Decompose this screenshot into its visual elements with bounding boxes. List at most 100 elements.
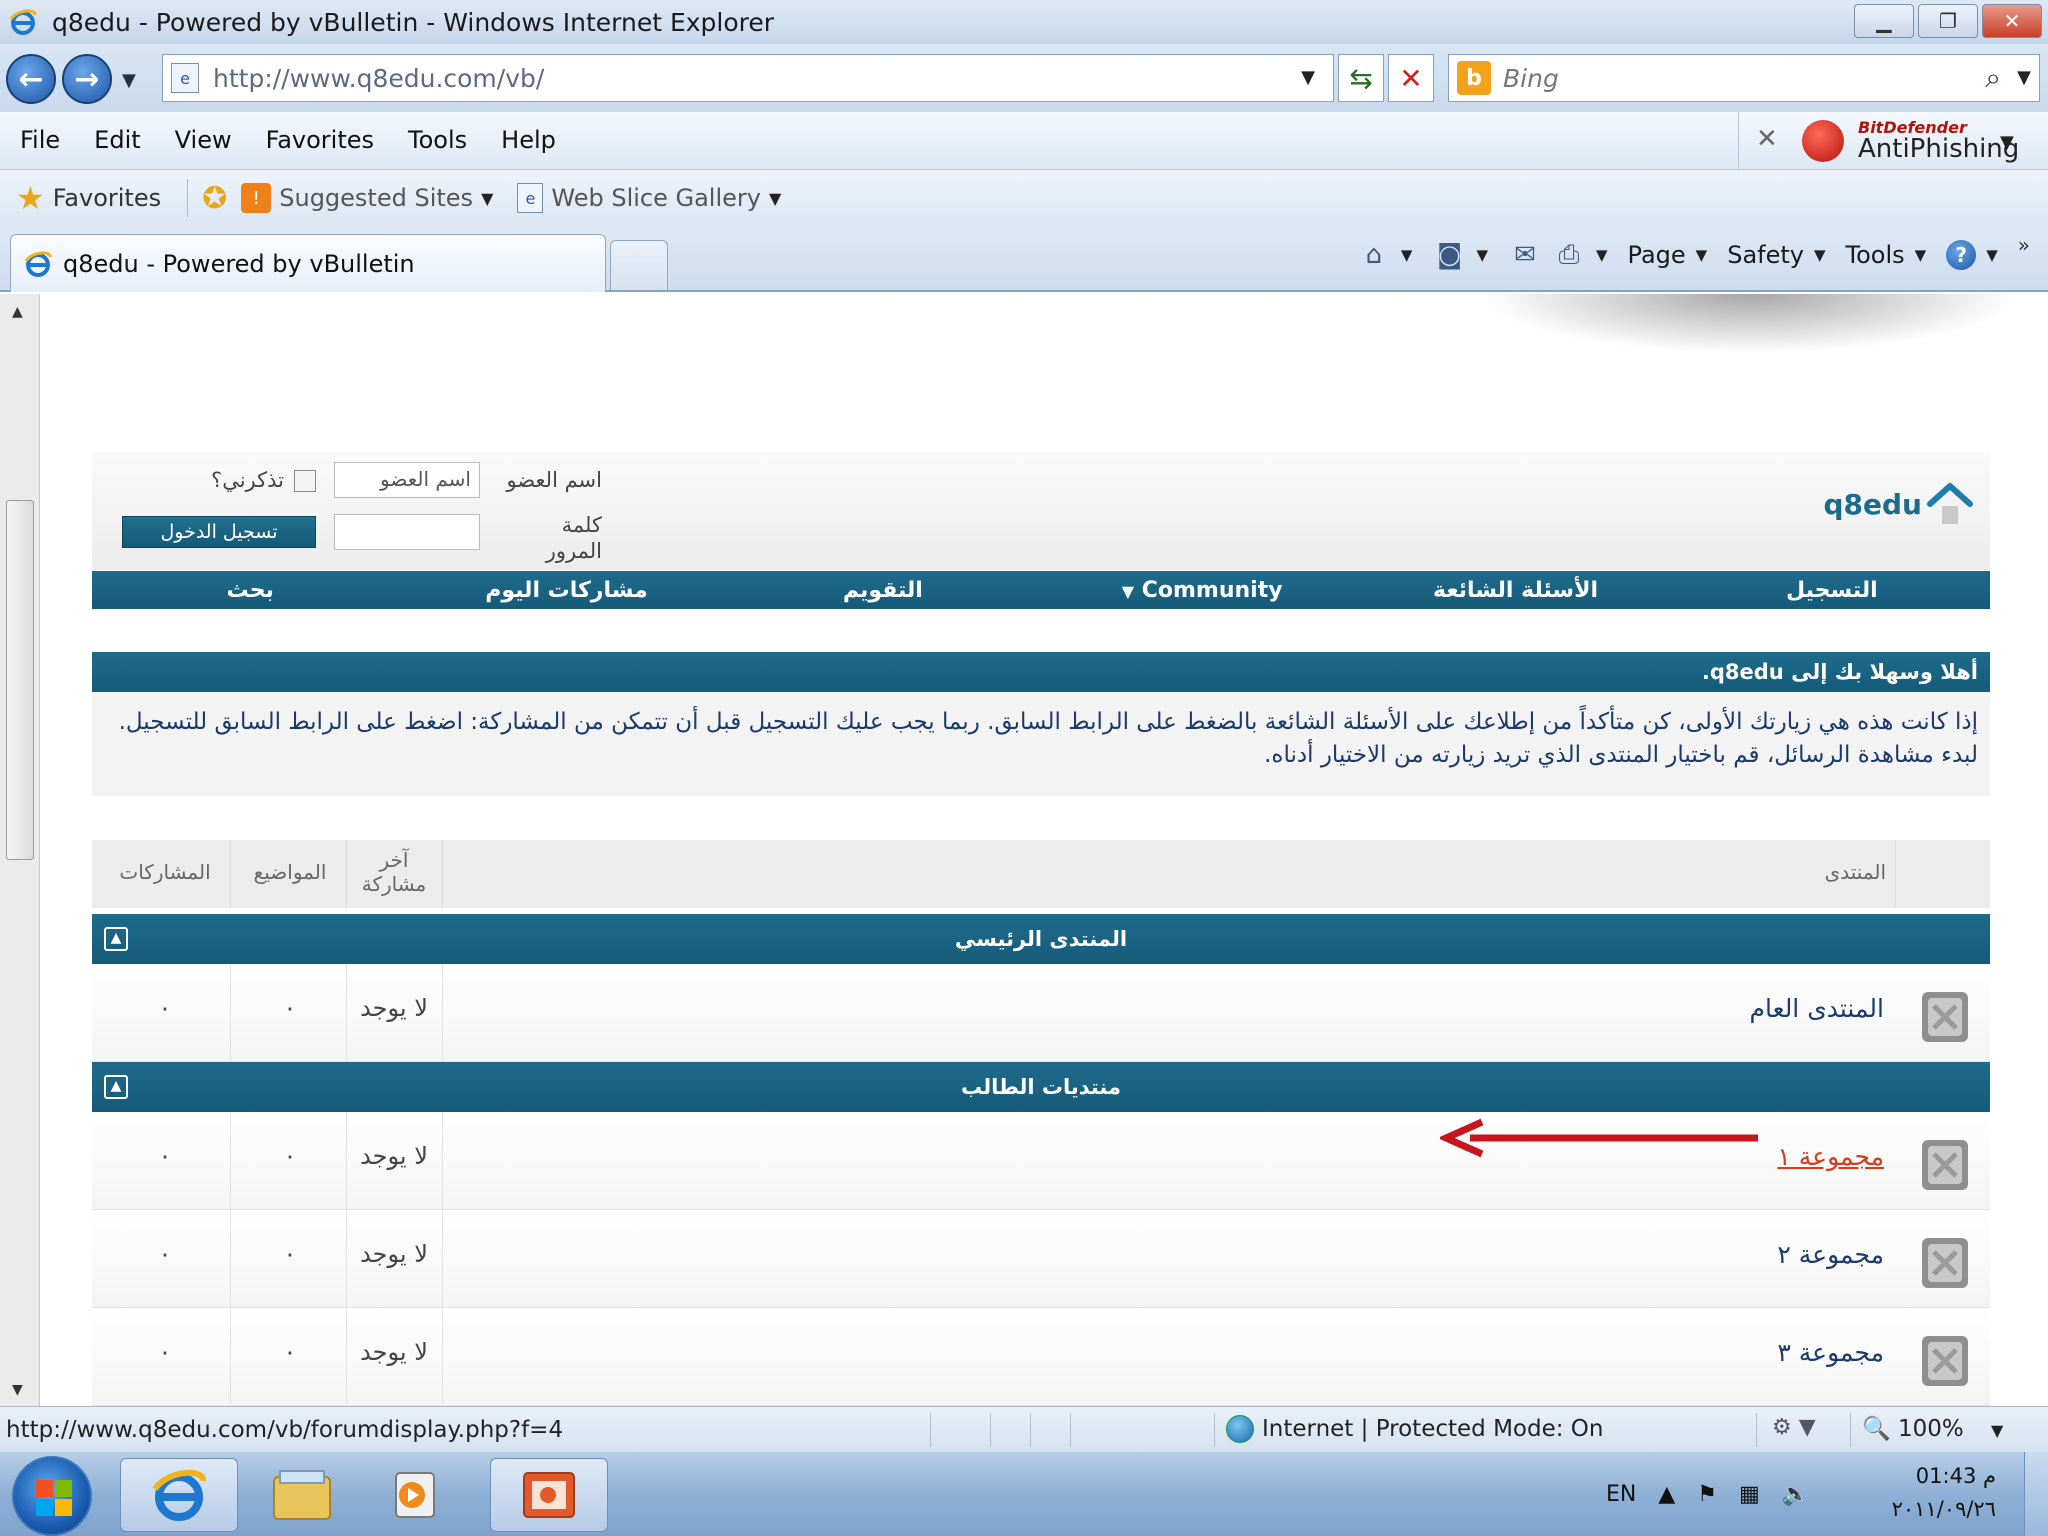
nav-todays-posts[interactable]: مشاركات اليوم [408, 578, 724, 603]
favorites-button[interactable]: Favorites [53, 184, 161, 212]
close-window-button[interactable]: ✕ [1982, 4, 2042, 38]
forum-topics-count: ٠ [283, 994, 297, 1022]
category-title[interactable]: منتديات الطالب [961, 1075, 1121, 1099]
nav-search[interactable]: بحث [92, 578, 408, 603]
language-indicator[interactable]: EN [1606, 1482, 1636, 1507]
password-field[interactable] [334, 514, 480, 550]
forum-link[interactable]: مجموعة ٣ [1777, 1338, 1884, 1367]
menu-favorites[interactable]: Favorites [266, 126, 374, 154]
address-dropdown-icon[interactable]: ▼ [1301, 67, 1315, 88]
read-mail-icon[interactable]: ✉ [1508, 238, 1542, 272]
header-topics: المواضيع [253, 860, 327, 884]
zoom-level: 100% [1897, 1416, 1964, 1442]
web-slice-gallery-button[interactable]: Web Slice Gallery [551, 184, 761, 212]
scroll-down-icon[interactable]: ▼ [12, 1382, 23, 1398]
web-slice-dropdown-icon[interactable]: ▼ [769, 189, 781, 208]
favorites-bar: ★ Favorites ✪ ! Suggested Sites ▼ e Web … [0, 170, 2048, 226]
forum-link-highlighted[interactable]: مجموعة ١ [1777, 1142, 1884, 1171]
antiphishing-toolbar[interactable]: BitDefender AntiPhishing [1858, 120, 2019, 163]
menu-file[interactable]: File [20, 126, 60, 154]
forward-button[interactable]: → [62, 54, 112, 104]
help-icon[interactable]: ? [1946, 240, 1977, 270]
scroll-up-icon[interactable]: ▲ [12, 304, 23, 320]
show-desktop-button[interactable] [2024, 1452, 2048, 1536]
menu-help[interactable]: Help [501, 126, 556, 154]
taskbar-explorer-button[interactable] [252, 1458, 352, 1532]
recent-pages-dropdown[interactable]: ▼ [122, 70, 136, 91]
vertical-scrollbar[interactable]: ▲ ▼ [0, 294, 40, 1406]
action-center-flag-icon[interactable]: ⚑ [1697, 1482, 1717, 1507]
nav-calendar[interactable]: التقويم [725, 578, 1041, 603]
zoom-control[interactable]: 🔍 100% ▼ [1862, 1415, 2003, 1442]
help-dropdown-icon[interactable]: ▼ [1986, 246, 1998, 264]
collapse-icon[interactable]: ▲ [104, 927, 128, 951]
media-player-icon [395, 1472, 435, 1518]
volume-icon[interactable]: 🔈 [1782, 1482, 1809, 1507]
feeds-dropdown-icon[interactable]: ▼ [1476, 246, 1488, 264]
nav-community[interactable]: Community ▼ [1041, 578, 1357, 603]
taskbar-media-player-button[interactable] [366, 1458, 466, 1532]
nav-faq[interactable]: الأسئلة الشائعة [1357, 578, 1673, 603]
clock-time: 01:43 م [1915, 1464, 1996, 1488]
house-logo-icon[interactable] [1926, 480, 1974, 528]
taskbar-ie-button[interactable] [120, 1458, 238, 1532]
restore-button[interactable]: ❐ [1918, 4, 1978, 38]
home-dropdown-icon[interactable]: ▼ [1401, 246, 1413, 264]
back-button[interactable]: ← [6, 54, 56, 104]
nav-register[interactable]: التسجيل [1674, 578, 1990, 603]
minimize-button[interactable]: ▁ [1854, 4, 1914, 38]
forum-link[interactable]: مجموعة ٢ [1777, 1240, 1884, 1269]
collapse-icon[interactable]: ▲ [104, 1075, 128, 1099]
antiphishing-dropdown-icon[interactable]: ▼ [2000, 132, 2014, 153]
tools-menu[interactable]: Tools [1846, 241, 1905, 269]
security-zone[interactable]: Internet | Protected Mode: On [1226, 1415, 1604, 1443]
username-field[interactable]: اسم العضو [334, 462, 480, 498]
address-field[interactable]: e http://www.q8edu.com/vb/ ▼ [162, 54, 1334, 102]
scroll-thumb[interactable] [6, 500, 34, 860]
show-hidden-icons-icon[interactable]: ▲ [1658, 1482, 1675, 1507]
forum-last-post: لا يوجد [360, 1240, 428, 1268]
category-title[interactable]: المنتدى الرئيسي [955, 927, 1127, 951]
menu-edit[interactable]: Edit [94, 126, 140, 154]
address-url[interactable]: http://www.q8edu.com/vb/ [213, 64, 544, 93]
privacy-icon[interactable]: ⚙ ▼ [1772, 1415, 1816, 1440]
menu-view[interactable]: View [175, 126, 232, 154]
suggested-sites-dropdown-icon[interactable]: ▼ [481, 189, 493, 208]
remember-me-checkbox[interactable] [294, 470, 316, 492]
feeds-icon[interactable]: ◙ [1432, 238, 1466, 272]
network-icon[interactable]: ▦ [1739, 1482, 1760, 1507]
tab-q8edu[interactable]: q8edu - Powered by vBulletin [10, 234, 606, 292]
menu-tools[interactable]: Tools [408, 126, 467, 154]
print-dropdown-icon[interactable]: ▼ [1596, 246, 1608, 264]
login-button[interactable]: تسجيل الدخول [122, 516, 316, 548]
new-tab-button[interactable] [610, 240, 668, 290]
refresh-button[interactable]: ⇆ [1338, 54, 1384, 102]
search-icon[interactable]: ⌕ [1985, 61, 2001, 95]
forum-row: المنتدى العام لا يوجد ٠ ٠ [92, 964, 1990, 1062]
print-icon[interactable]: ⎙ [1552, 238, 1586, 272]
page-dropdown-icon[interactable]: ▼ [1696, 246, 1708, 264]
add-to-favorites-icon[interactable]: ✪ [202, 181, 227, 216]
tools-dropdown-icon[interactable]: ▼ [1915, 246, 1927, 264]
remember-me-label: تذكرني؟ [211, 468, 284, 492]
search-input[interactable]: b Bing ⌕ ▼ [1448, 54, 2040, 102]
forum-link[interactable]: المنتدى العام [1750, 994, 1884, 1023]
safety-dropdown-icon[interactable]: ▼ [1814, 246, 1826, 264]
taskbar-clock[interactable]: 01:43 م ٢٠١١/٠٩/٢٦ [1892, 1460, 1996, 1525]
zoom-dropdown-icon[interactable]: ▼ [1991, 1421, 2003, 1440]
start-button[interactable] [12, 1456, 92, 1536]
taskbar-powerpoint-button[interactable] [490, 1458, 608, 1532]
page-menu[interactable]: Page [1628, 241, 1686, 269]
home-icon[interactable]: ⌂ [1357, 238, 1391, 272]
search-options-dropdown-icon[interactable]: ▼ [2017, 67, 2031, 88]
forum-topics-count: ٠ [283, 1142, 297, 1170]
forum-folder-icon [1922, 992, 1968, 1042]
safety-menu[interactable]: Safety [1727, 241, 1804, 269]
site-logo-text[interactable]: q8edu [1824, 488, 1923, 521]
suggested-sites-button[interactable]: Suggested Sites [279, 184, 473, 212]
more-commands-icon[interactable]: » [2018, 233, 2030, 257]
close-toolbar-icon[interactable]: ✕ [1756, 124, 1778, 154]
favorites-star-icon[interactable]: ★ [16, 179, 45, 217]
stop-button[interactable]: ✕ [1388, 54, 1434, 102]
forum-posts-count: ٠ [158, 1338, 172, 1366]
